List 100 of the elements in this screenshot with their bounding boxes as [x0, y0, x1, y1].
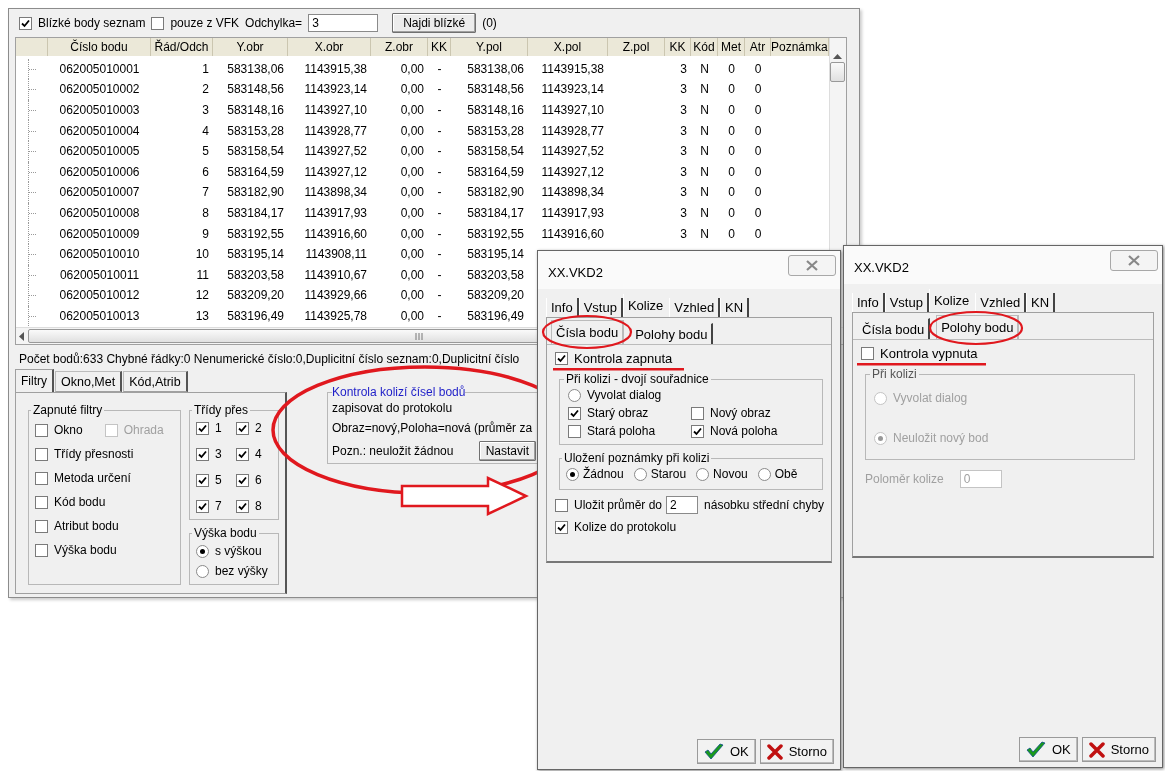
checkbox[interactable] — [35, 495, 48, 509]
cancel-button[interactable]: Storno — [1081, 737, 1156, 762]
column-header[interactable]: Y.pol — [451, 38, 528, 56]
column-header[interactable]: X.obr — [288, 38, 371, 56]
tab[interactable]: Kód,Atrib — [123, 371, 188, 392]
column-header[interactable]: Z.pol — [608, 38, 665, 56]
checkbox[interactable] — [236, 421, 249, 435]
column-header[interactable]: X.pol — [528, 38, 608, 56]
tree-connector — [28, 120, 39, 141]
table-cell-text: - — [436, 184, 443, 202]
scroll-thumb[interactable] — [830, 62, 846, 82]
tab[interactable]: Vzhled — [669, 298, 721, 317]
table-cell-text: 583195,14 — [226, 246, 285, 264]
checkbox[interactable] — [19, 16, 32, 30]
checkbox[interactable] — [555, 352, 568, 365]
table-cell-text: 062005010006 — [58, 163, 141, 181]
column-header[interactable]: Poznámka — [771, 38, 829, 56]
ok-button[interactable]: OK — [1018, 737, 1078, 762]
column-header[interactable]: Y.obr — [213, 38, 288, 56]
ok-button[interactable]: OK — [696, 739, 756, 764]
table-cell-text: 062005010011 — [58, 266, 141, 284]
checkbox[interactable] — [35, 543, 48, 557]
checkbox[interactable] — [35, 423, 48, 437]
group-title: Při kolizi — [871, 367, 918, 381]
checkbox[interactable] — [236, 473, 249, 487]
column-header[interactable]: Z.obr — [371, 38, 428, 56]
table-cell-text: 1143908,11 — [304, 246, 368, 264]
tab[interactable]: Info — [852, 293, 885, 312]
checkbox[interactable] — [236, 499, 249, 513]
checkbox[interactable] — [196, 499, 209, 513]
column-header[interactable]: KK — [665, 38, 691, 56]
check-icon — [703, 742, 724, 761]
checkbox[interactable] — [196, 473, 209, 487]
tab[interactable]: Info — [546, 298, 579, 317]
table-cell-text: 0 — [727, 60, 736, 78]
table-cell-text: 8 — [201, 205, 210, 223]
checkbox[interactable] — [236, 447, 249, 461]
tab[interactable]: Vzhled — [975, 293, 1027, 312]
column-header[interactable]: Kód — [691, 38, 718, 56]
tab[interactable]: Okno,Met — [55, 371, 123, 392]
radio-button[interactable] — [196, 564, 209, 578]
column-header[interactable]: KK — [428, 38, 451, 56]
radio-button[interactable] — [568, 388, 581, 402]
checkbox[interactable] — [555, 520, 568, 534]
cross-icon — [766, 743, 783, 760]
find-button[interactable]: Najdi blízké — [392, 13, 477, 33]
column-header[interactable]: Atr — [745, 38, 771, 56]
checkbox[interactable] — [568, 406, 581, 420]
tab[interactable]: Filtry — [15, 369, 54, 392]
tree-connector — [28, 99, 39, 121]
close-button[interactable] — [788, 255, 836, 276]
checkbox[interactable] — [35, 519, 48, 533]
tab[interactable]: KN — [720, 298, 750, 317]
checkbox-label: 7 — [215, 499, 222, 513]
checkbox[interactable] — [861, 347, 874, 360]
status-text: Počet bodů:633 Chybné řádky:0 Nenumerické číslo:0,Duplicitní číslo seznam:0,Duplicitní číslo — [19, 352, 520, 366]
checkbox[interactable] — [35, 471, 48, 485]
radio-button[interactable] — [757, 467, 771, 481]
tree-connector — [28, 305, 39, 327]
table-cell-text: 11 — [195, 266, 210, 284]
table-cell-text: 0,00 — [399, 266, 425, 284]
close-button[interactable] — [1110, 250, 1158, 271]
tab[interactable]: KN — [1026, 293, 1056, 312]
radio-label: Vyvolat dialog — [893, 391, 968, 405]
table-cell-text: 1143927,10 — [540, 102, 605, 120]
radio-button[interactable] — [696, 467, 710, 481]
table-cell-text: 0 — [727, 143, 736, 161]
checkbox-label: 8 — [255, 499, 262, 513]
table-cell-text: 1143923,14 — [540, 81, 605, 99]
tab[interactable]: Čísla bodu — [551, 320, 625, 344]
checkbox[interactable] — [691, 424, 704, 438]
checkbox[interactable] — [691, 406, 704, 420]
header-cell — [16, 38, 48, 56]
radio-button[interactable] — [633, 467, 647, 481]
scroll-left-icon[interactable] — [19, 331, 24, 341]
checkbox[interactable] — [568, 424, 581, 438]
table-cell-text: 1 — [201, 60, 210, 78]
table-cell-text: 1143927,12 — [540, 163, 605, 181]
column-header[interactable]: Met — [718, 38, 745, 56]
tab[interactable]: Vstup — [884, 293, 929, 312]
table-cell-text: 583184,17 — [466, 205, 525, 223]
checkbox[interactable] — [555, 498, 568, 512]
table-cell-text: N — [699, 225, 710, 243]
multiplier-field[interactable]: 2 — [666, 496, 699, 514]
checkbox[interactable] — [196, 447, 209, 461]
table-cell-text: - — [436, 205, 443, 223]
radio-button[interactable] — [196, 544, 209, 558]
scroll-up-icon[interactable] — [833, 54, 843, 59]
column-header[interactable]: Řád/Odch — [151, 38, 213, 56]
radio-button[interactable] — [566, 467, 579, 481]
column-header[interactable]: Číslo bodu — [48, 38, 151, 56]
checkbox[interactable] — [151, 16, 165, 30]
cancel-button[interactable]: Storno — [759, 739, 834, 764]
checkbox[interactable] — [35, 447, 48, 461]
checkbox[interactable] — [196, 421, 209, 435]
set-button[interactable]: Nastavit — [478, 441, 536, 461]
checkbox-label: 2 — [255, 421, 262, 435]
table-cell-text: 0 — [727, 205, 736, 223]
deviation-field[interactable]: 3 — [308, 14, 379, 32]
tab[interactable]: Polohy bodu — [936, 315, 1020, 339]
